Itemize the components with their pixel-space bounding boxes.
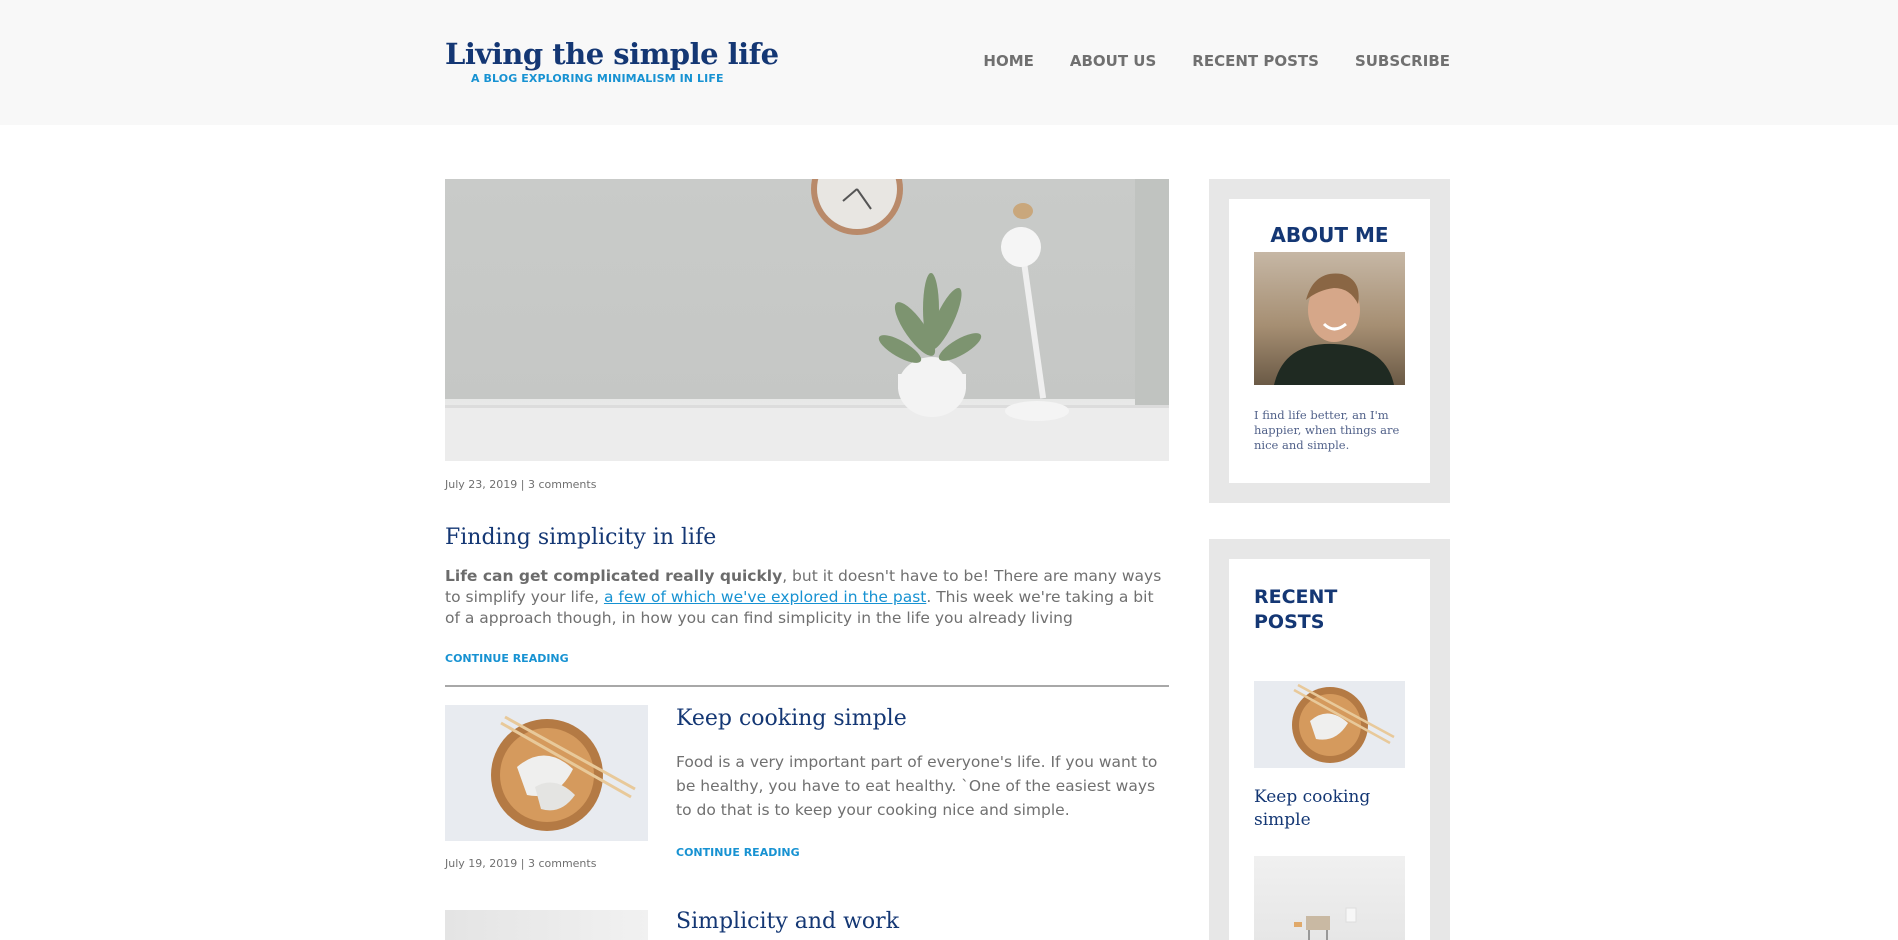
post-card: July 19, 2019 | 3 comments Keep cooking …: [445, 705, 1169, 910]
nav-subscribe[interactable]: Subscribe: [1355, 52, 1450, 70]
nav-about-us[interactable]: About us: [1070, 52, 1156, 70]
post-thumbnail[interactable]: [445, 910, 648, 940]
post-continue-reading-link[interactable]: Continue reading: [676, 846, 800, 859]
recent-post-thumbnail[interactable]: [1254, 856, 1405, 940]
person-portrait-icon: [1274, 273, 1394, 385]
featured-post-image[interactable]: [445, 179, 1169, 461]
featured-post-excerpt: Life can get complicated really quickly,…: [445, 566, 1165, 629]
continue-reading-link[interactable]: Continue reading: [445, 652, 569, 665]
nav-recent-posts[interactable]: Recent posts: [1192, 52, 1319, 70]
about-text: I find life better, an I'm happier, when…: [1254, 408, 1400, 452]
main-content: July 23, 2019 | 3 comments Finding simpl…: [445, 179, 1169, 940]
nav-home[interactable]: Home: [983, 52, 1033, 70]
post-title[interactable]: Simplicity and work: [676, 908, 899, 936]
post-divider: [445, 685, 1169, 687]
post-excerpt: Food is a very important part of everyon…: [676, 753, 1158, 819]
recent-post-thumbnail[interactable]: [1254, 681, 1405, 768]
about-widget: About me I find life better, an I'm happ…: [1209, 179, 1450, 503]
avatar: [1254, 252, 1405, 385]
featured-post-title[interactable]: Finding simplicity in life: [445, 524, 1169, 552]
sidebar: About me I find life better, an I'm happ…: [1209, 179, 1450, 940]
post-meta: July 19, 2019 | 3 comments: [445, 857, 597, 870]
post-card: Simplicity and work: [445, 908, 1169, 940]
dumplings-plate-illustration: [445, 705, 648, 841]
site-header: Living the simple life A blog exploring …: [0, 0, 1898, 125]
recent-posts-widget: Recent posts Keep cooking simple: [1209, 539, 1450, 940]
site-subtitle: A blog exploring minimalism in life: [471, 72, 724, 85]
about-title: About me: [1270, 223, 1389, 247]
site-brand[interactable]: Living the simple life A blog exploring …: [445, 37, 779, 85]
desk-lamp-plant-illustration: [445, 179, 1169, 461]
excerpt-link[interactable]: a few of which we've explored in the pas…: [604, 588, 926, 606]
post-title[interactable]: Keep cooking simple: [676, 705, 907, 733]
recent-posts-title: Recent posts: [1254, 586, 1338, 633]
post-thumbnail[interactable]: [445, 705, 648, 841]
main-nav: Home About us Recent posts Subscribe: [983, 52, 1450, 70]
excerpt-bold: Life can get complicated really quickly: [445, 567, 783, 585]
recent-post-link[interactable]: Keep cooking simple: [1254, 786, 1394, 832]
dumplings-plate-illustration: [1292, 683, 1395, 763]
featured-post-meta: July 23, 2019 | 3 comments: [445, 478, 597, 491]
chair-desk-illustration: [1294, 907, 1357, 940]
featured-post: July 23, 2019 | 3 comments Finding simpl…: [445, 179, 1169, 666]
site-title[interactable]: Living the simple life: [445, 37, 779, 71]
